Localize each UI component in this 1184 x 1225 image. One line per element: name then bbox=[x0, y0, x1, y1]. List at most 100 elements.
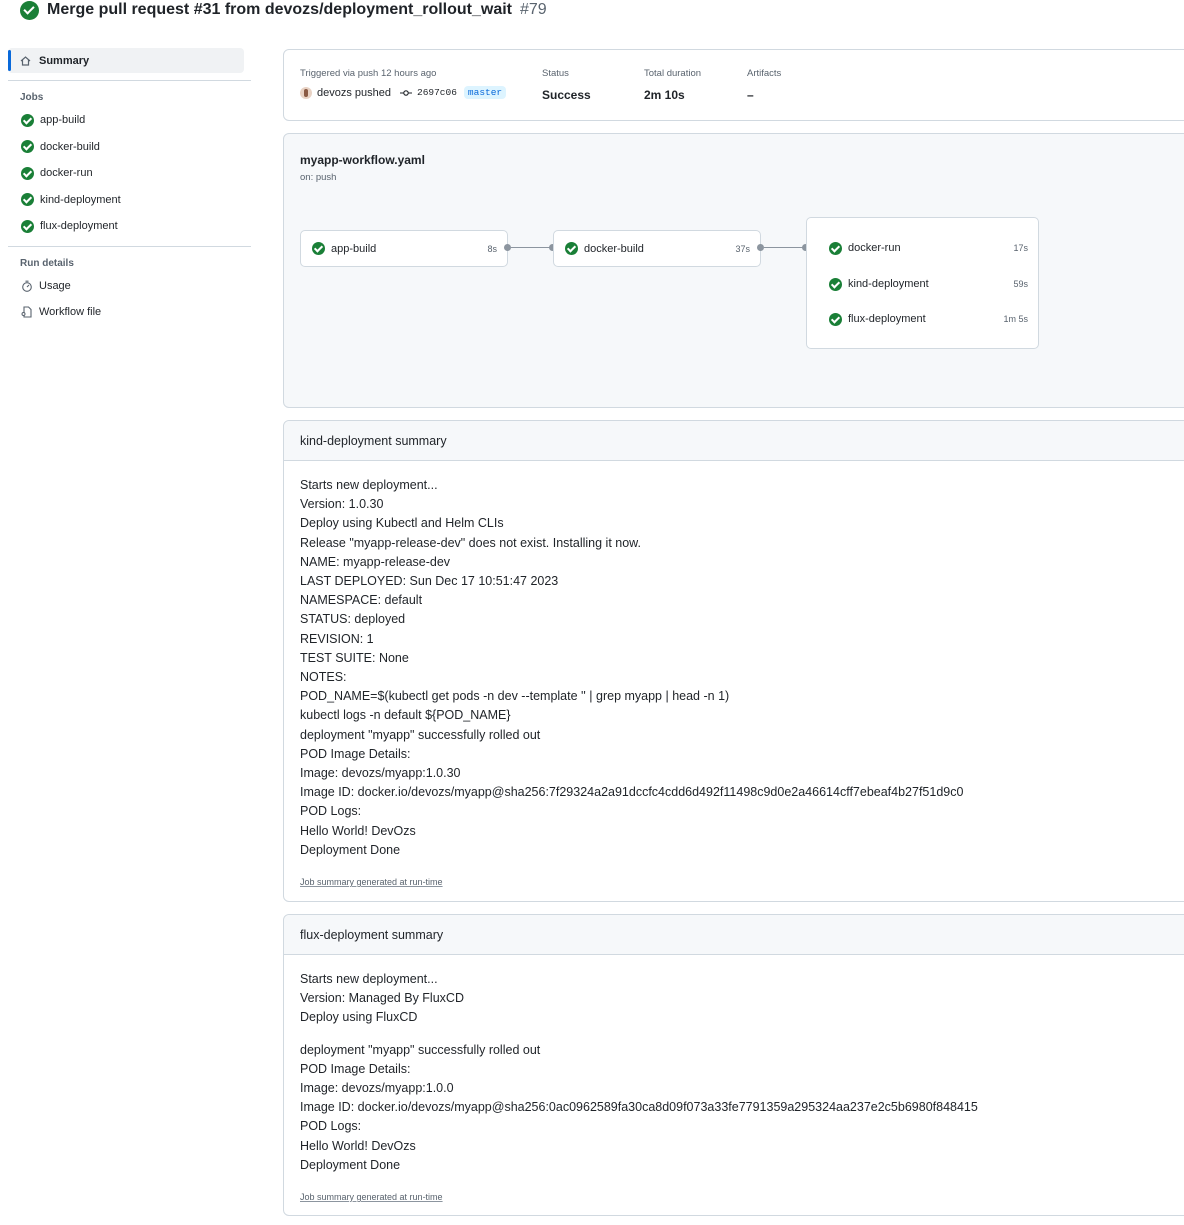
summary-line: Release "myapp-release-dev" does not exi… bbox=[300, 535, 641, 550]
commit-icon bbox=[400, 89, 412, 97]
job-duration: 17s bbox=[1013, 243, 1028, 253]
status-value: Success bbox=[542, 88, 591, 102]
summary-line: NOTES: bbox=[300, 670, 347, 685]
summary-line: NAME: myapp-release-dev bbox=[300, 554, 451, 569]
kind-deployment-summary-card: kind-deployment summary Starts new deplo… bbox=[283, 420, 1184, 902]
status-info: Status Success bbox=[542, 68, 591, 102]
job-duration: 1m 5s bbox=[1003, 314, 1028, 324]
success-check-icon bbox=[21, 219, 34, 233]
sidebar-item-label: docker-build bbox=[40, 140, 100, 153]
status-label: Status bbox=[542, 68, 569, 79]
success-check-icon bbox=[565, 242, 578, 255]
summary-line: Deploy using FluxCD bbox=[300, 1010, 418, 1025]
duration-label: Total duration bbox=[644, 68, 702, 79]
workflow-graph-card: myapp-workflow.yaml on: push app-build 8… bbox=[283, 133, 1184, 408]
sidebar-item-label: Workflow file bbox=[39, 306, 102, 319]
graph-job-group: docker-run 17s kind-deployment 59s flux-… bbox=[806, 217, 1039, 349]
summary-title: kind-deployment summary bbox=[284, 421, 1184, 461]
summary-footer-link[interactable]: Job summary generated at run-time bbox=[300, 873, 443, 892]
sidebar-item-label: Summary bbox=[39, 54, 90, 67]
summary-line: LAST DEPLOYED: Sun Dec 17 10:51:47 2023 bbox=[300, 574, 559, 589]
success-check-icon bbox=[21, 166, 34, 180]
summary-line: Version: 1.0.30 bbox=[300, 497, 384, 512]
sidebar-item-app-build[interactable]: app-build bbox=[8, 107, 251, 134]
graph-job-docker-run[interactable]: docker-run 17s bbox=[829, 240, 1028, 256]
sidebar-item-kind-deployment[interactable]: kind-deployment bbox=[8, 187, 251, 214]
run-details-heading: Run details bbox=[20, 257, 74, 269]
summary-footer-link[interactable]: Job summary generated at run-time bbox=[300, 1188, 443, 1207]
summary-line: Deployment Done bbox=[300, 1157, 401, 1172]
run-title-row: Merge pull request #31 from devozs/deplo… bbox=[20, 0, 547, 20]
sidebar-item-label: docker-run bbox=[40, 167, 93, 180]
actor-link[interactable]: devozs pushed bbox=[317, 87, 391, 99]
job-duration: 8s bbox=[487, 243, 497, 254]
summary-line: Deployment Done bbox=[300, 842, 401, 857]
jobs-list: app-build docker-build docker-run kind-d… bbox=[8, 107, 251, 240]
sidebar-item-flux-deployment[interactable]: flux-deployment bbox=[8, 213, 251, 240]
workflow-file-icon bbox=[21, 306, 33, 318]
sidebar-item-label: app-build bbox=[40, 114, 86, 127]
summary-line: kubectl logs -n default ${POD_NAME} bbox=[300, 708, 511, 723]
summary-line: Image ID: docker.io/devozs/myapp@sha256:… bbox=[300, 785, 964, 800]
summary-line: deployment "myapp" successfully rolled o… bbox=[300, 727, 541, 742]
summary-line: POD Image Details: bbox=[300, 1061, 411, 1076]
summary-line: Version: Managed By FluxCD bbox=[300, 991, 464, 1006]
artifacts-value: – bbox=[747, 88, 754, 102]
success-check-icon bbox=[21, 113, 34, 127]
success-check-icon bbox=[312, 242, 325, 255]
sidebar: Summary Jobs app-build docker-build dock… bbox=[8, 48, 251, 326]
artifacts-info: Artifacts – bbox=[747, 68, 781, 102]
summary-line: deployment "myapp" successfully rolled o… bbox=[300, 1042, 541, 1057]
summary-line: Image: devozs/myapp:1.0.0 bbox=[300, 1081, 454, 1096]
sidebar-item-docker-build[interactable]: docker-build bbox=[8, 134, 251, 161]
sidebar-item-summary[interactable]: Summary bbox=[8, 48, 244, 73]
sidebar-item-label: kind-deployment bbox=[40, 193, 121, 206]
summary-body: Starts new deployment... Version: 1.0.30… bbox=[284, 461, 1184, 892]
summary-line: REVISION: 1 bbox=[300, 631, 374, 646]
sidebar-item-label: flux-deployment bbox=[40, 220, 118, 233]
sidebar-item-usage[interactable]: Usage bbox=[8, 273, 251, 300]
graph-job-app-build[interactable]: app-build 8s bbox=[300, 230, 508, 267]
connector-dot bbox=[504, 244, 511, 251]
sidebar-item-docker-run[interactable]: docker-run bbox=[8, 160, 251, 187]
job-duration: 37s bbox=[735, 243, 750, 254]
connector-line bbox=[764, 247, 803, 248]
workflow-trigger: on: push bbox=[300, 172, 337, 183]
summary-line: POD Logs: bbox=[300, 804, 362, 819]
avatar[interactable] bbox=[300, 86, 312, 99]
success-check-icon bbox=[829, 312, 842, 326]
push-info: devozs pushed 2697c06 master bbox=[300, 86, 507, 99]
summary-body: Starts new deployment... Version: Manage… bbox=[284, 955, 1184, 1207]
job-label: kind-deployment bbox=[848, 278, 929, 290]
workflow-name[interactable]: myapp-workflow.yaml bbox=[300, 153, 425, 167]
summary-line: Hello World! DevOzs bbox=[300, 1138, 416, 1153]
summary-line: TEST SUITE: None bbox=[300, 650, 409, 665]
graph-job-flux-deployment[interactable]: flux-deployment 1m 5s bbox=[829, 311, 1028, 327]
summary-line: POD Image Details: bbox=[300, 746, 411, 761]
summary-line: Starts new deployment... bbox=[300, 478, 438, 492]
summary-line: Deploy using Kubectl and Helm CLIs bbox=[300, 516, 504, 531]
job-duration: 59s bbox=[1013, 279, 1028, 289]
job-label: docker-build bbox=[584, 242, 644, 255]
graph-job-kind-deployment[interactable]: kind-deployment 59s bbox=[829, 276, 1028, 292]
commit-sha-link[interactable]: 2697c06 bbox=[417, 87, 457, 98]
connector-dot bbox=[757, 244, 764, 251]
page-title: Merge pull request #31 from devozs/deplo… bbox=[47, 1, 512, 18]
summary-line: Image: devozs/myapp:1.0.30 bbox=[300, 766, 461, 781]
branch-badge[interactable]: master bbox=[463, 86, 507, 99]
graph-job-docker-build[interactable]: docker-build 37s bbox=[553, 230, 761, 267]
run-meta-card: Triggered via push 12 hours ago devozs p… bbox=[283, 49, 1184, 121]
success-check-icon bbox=[829, 241, 842, 255]
summary-line: Starts new deployment... bbox=[300, 972, 438, 986]
stopwatch-icon bbox=[21, 280, 33, 292]
summary-line: NAMESPACE: default bbox=[300, 593, 423, 608]
job-label: app-build bbox=[331, 242, 377, 255]
artifacts-label: Artifacts bbox=[747, 68, 782, 79]
success-check-icon bbox=[20, 0, 39, 20]
flux-deployment-summary-card: flux-deployment summary Starts new deplo… bbox=[283, 914, 1184, 1216]
success-check-icon bbox=[21, 140, 34, 154]
home-icon bbox=[20, 55, 31, 66]
sidebar-item-workflow-file[interactable]: Workflow file bbox=[8, 299, 251, 326]
connector-line bbox=[511, 247, 550, 248]
